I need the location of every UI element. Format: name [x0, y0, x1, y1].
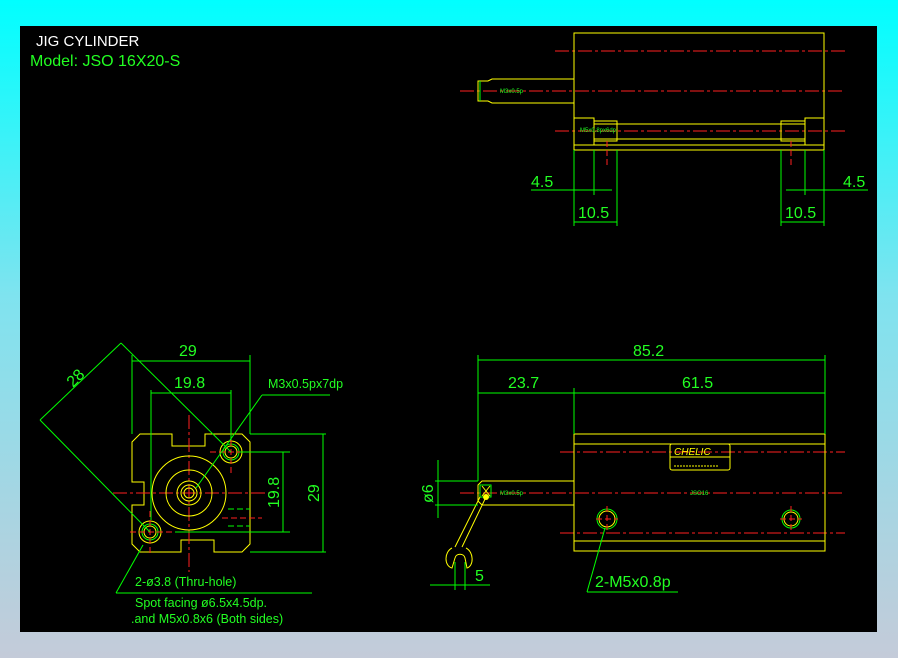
drawing-title: JIG CYLINDER: [36, 33, 140, 50]
dim-right-4.5: 4.5: [843, 174, 865, 191]
dim-body-61.5: 61.5: [682, 375, 713, 392]
dim-left-10.5: 10.5: [578, 205, 609, 222]
dim-right-10.5: 10.5: [785, 205, 816, 222]
cad-drawing: JIG CYLINDER Model: JSO 16X20-S M3x0.5p …: [30, 32, 868, 626]
hole-note-1: 2-ø3.8 (Thru-hole): [135, 575, 236, 589]
port-note: 2-M5x0.8p: [595, 574, 671, 591]
dim-hole-pitch-19.8: 19.8: [174, 375, 205, 392]
rod-thread-note: M3x0.5px7dp: [268, 377, 343, 391]
dim-wrench-5: 5: [475, 568, 484, 585]
wrench-icon: [445, 547, 473, 569]
side-view: CHELIC M3x0.5p JSO16 85.2 23.7 61.5 ø6 5…: [420, 343, 845, 593]
dim-overall-85.2: 85.2: [633, 343, 664, 360]
body-mark: JSO16: [690, 491, 709, 497]
dim-rod-23.7: 23.7: [508, 375, 539, 392]
dim-width-29: 29: [179, 343, 197, 360]
dim-left-4.5: 4.5: [531, 174, 553, 191]
dim-rod-dia: ø6: [420, 484, 437, 503]
brand-label: CHELIC: [674, 447, 711, 458]
rod-thread-label: M3x0.5p: [500, 89, 524, 95]
side-rod-thread-label: M3x0.5p: [500, 491, 524, 497]
model-label: Model: JSO 16X20-S: [30, 53, 180, 70]
top-view: M3x0.5p M5x0.8px6dp 4.5 10.5 4.5 10.5: [460, 32, 868, 226]
port-thread-label: M5x0.8px6dp: [580, 128, 617, 134]
hole-note-3: .and M5x0.8x6 (Both sides): [131, 612, 283, 626]
end-view: 29 19.8 28 19.8 29 M3x0.5px7dp 2-ø3.8 (T…: [39, 342, 343, 626]
hole-note-2: Spot facing ø6.5x4.5dp.: [135, 596, 267, 610]
dim-diagonal-28: 28: [64, 366, 89, 391]
dim-vertical-19.8: 19.8: [266, 477, 283, 508]
dim-height-29: 29: [306, 484, 323, 502]
